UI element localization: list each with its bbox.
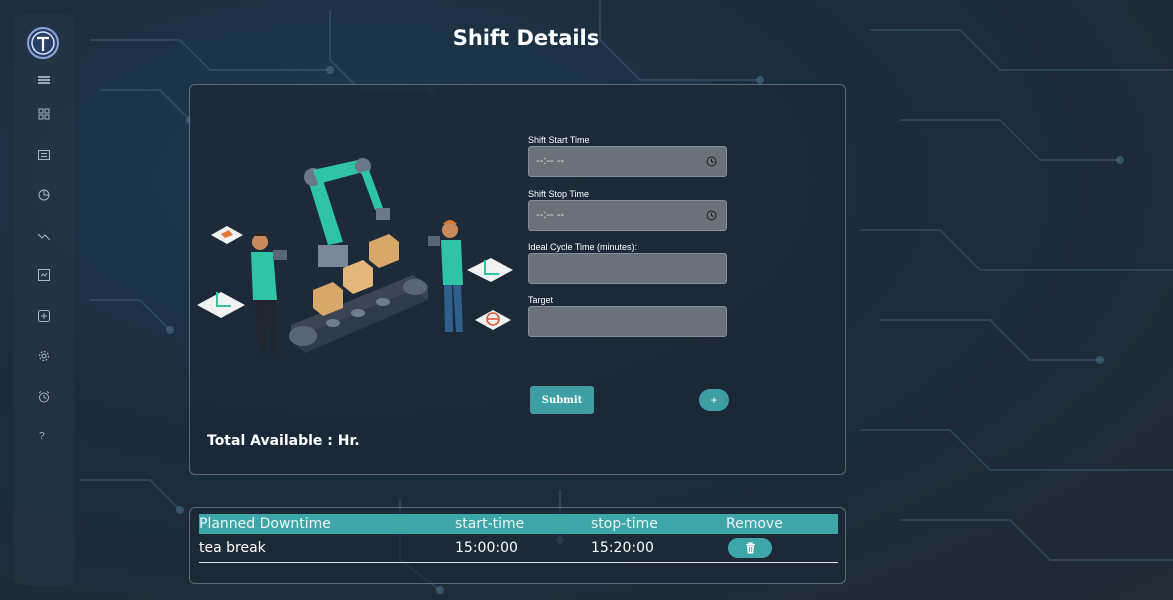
shift-start-input[interactable]: --:-- -- [528, 146, 727, 177]
submit-button[interactable]: Submit [530, 386, 594, 414]
ideal-cycle-input[interactable] [528, 253, 727, 284]
target-label: Target [528, 295, 554, 305]
shift-stop-label: Shift Stop Time [528, 189, 590, 199]
dashboard-icon[interactable] [38, 108, 50, 120]
add-icon[interactable] [38, 310, 50, 322]
shift-start-placeholder: --:-- -- [536, 155, 565, 167]
ideal-cycle-label: Ideal Cycle Time (minutes): [528, 242, 638, 252]
shift-stop-placeholder: --:-- -- [536, 209, 565, 221]
alarm-icon[interactable] [38, 391, 50, 403]
trash-icon [745, 542, 755, 554]
row-stop-cell: 15:20:00 [591, 540, 654, 556]
help-icon[interactable]: ? [39, 431, 51, 443]
shift-stop-input[interactable]: --:-- -- [528, 200, 727, 231]
shift-start-label: Shift Start Time [528, 135, 590, 145]
row-name-cell: tea break [199, 540, 266, 556]
pie-chart-icon[interactable] [38, 189, 50, 201]
menu-icon[interactable] [38, 74, 50, 86]
column-header-remove: Remove [726, 516, 783, 532]
settings-icon[interactable] [38, 350, 50, 362]
trend-icon[interactable] [38, 230, 50, 242]
total-available: Total Available : Hr. [207, 433, 360, 449]
app-logo[interactable] [27, 27, 59, 59]
clock-icon[interactable] [706, 156, 717, 167]
report-icon[interactable] [38, 269, 50, 281]
factory-illustration [197, 158, 513, 355]
add-downtime-button[interactable]: + [699, 389, 729, 411]
remove-row-button[interactable] [728, 538, 772, 558]
list-icon[interactable] [38, 149, 50, 161]
row-divider [199, 562, 838, 563]
clock-icon[interactable] [706, 210, 717, 221]
column-header-stop-time: stop-time [591, 516, 658, 532]
column-header-start-time: start-time [455, 516, 525, 532]
row-start-cell: 15:00:00 [455, 540, 518, 556]
target-input[interactable] [528, 306, 727, 337]
page-title-wrap: Shift Details [190, 26, 862, 50]
page-title: Shift Details [452, 26, 600, 50]
sidebar [14, 15, 74, 585]
column-header-planned-downtime: Planned Downtime [199, 516, 331, 532]
